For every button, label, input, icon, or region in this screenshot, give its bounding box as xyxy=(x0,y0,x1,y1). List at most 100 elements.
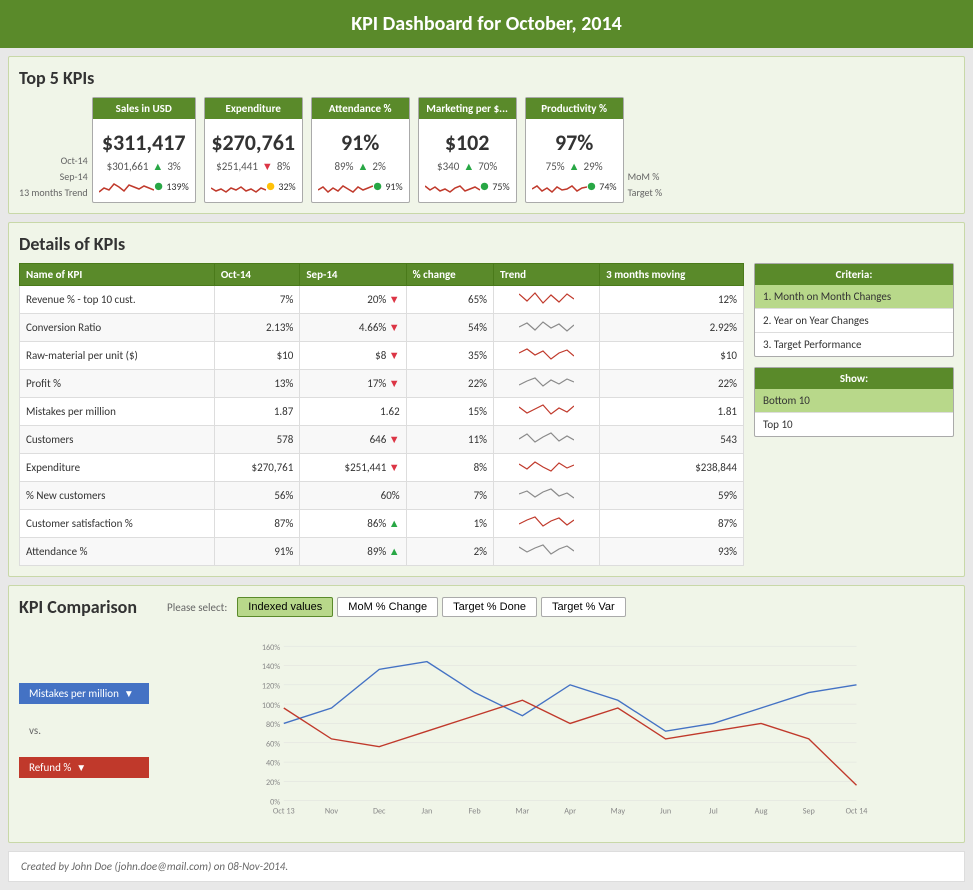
table-cell xyxy=(494,370,600,398)
kpi-main-value: $270,761 xyxy=(211,129,296,156)
arrow-up-icon: ▲ xyxy=(463,160,474,173)
table-cell: Profit % xyxy=(20,370,215,398)
chart-x-label: Mar xyxy=(516,806,530,816)
kpi-left-labels: Oct-14 Sep-14 13 months Trend xyxy=(19,153,92,203)
chart-area: Mistakes per million ▼ vs. Refund % ▼ 16… xyxy=(19,628,954,832)
circle-green-icon: ● xyxy=(480,177,490,196)
show-items: Bottom 10Top 10 xyxy=(755,389,953,436)
kpi-card-1: Expenditure $270,761 $251,441 ▼ 8% ● 32% xyxy=(204,97,303,203)
kpi-bottom: ● 91% xyxy=(318,177,403,196)
table-header-cell: Oct-14 xyxy=(214,264,299,286)
criteria-item-0[interactable]: 1. Month on Month Changes xyxy=(755,285,953,309)
table-cell: 12% xyxy=(600,286,744,314)
selector-blue[interactable]: Mistakes per million ▼ xyxy=(19,683,149,704)
table-cell: 17% ▼ xyxy=(300,370,406,398)
table-cell: 1% xyxy=(406,510,493,538)
table-cell xyxy=(494,398,600,426)
sparkline-svg xyxy=(99,178,154,196)
kpi-card-header: Expenditure xyxy=(205,98,302,119)
circle-orange-icon: ● xyxy=(266,177,276,196)
comparison-btn-3[interactable]: Target % Var xyxy=(541,597,626,617)
kpi-main-value: $311,417 xyxy=(99,129,189,156)
kpi-prev: 75% ▲ 29% xyxy=(532,160,617,173)
criteria-item-1[interactable]: 2. Year on Year Changes xyxy=(755,309,953,333)
trend-svg xyxy=(519,513,574,531)
arrow-up-icon: ▲ xyxy=(569,160,580,173)
details-title: Details of KPIs xyxy=(19,233,954,255)
table-cell xyxy=(494,426,600,454)
selector-red[interactable]: Refund % ▼ xyxy=(19,757,149,778)
table-row: Raw-material per unit ($)$10$8 ▼35% $10 xyxy=(20,342,744,370)
top5-section: Top 5 KPIs Oct-14 Sep-14 13 months Trend… xyxy=(8,56,965,214)
chart-y-label: 160% xyxy=(262,643,280,653)
kpi-card-body: $270,761 $251,441 ▼ 8% ● 32% xyxy=(205,119,302,202)
trend-svg xyxy=(519,401,574,419)
chart-y-label: 140% xyxy=(262,662,280,672)
chart-container: 160%140%120%100%80%60%40%20%0%Oct 13NovD… xyxy=(159,628,954,832)
comparison-title: KPI Comparison xyxy=(19,596,137,618)
kpi-main-value: $102 xyxy=(425,129,510,156)
up-arrow-icon: ▲ xyxy=(389,545,400,558)
kpi-card-header: Attendance % xyxy=(312,98,409,119)
kpi-table: Name of KPIOct-14Sep-14% changeTrend3 mo… xyxy=(19,263,744,566)
kpi-card-3: Marketing per $... $102 $340 ▲ 70% ● 75% xyxy=(418,97,517,203)
table-cell: Raw-material per unit ($) xyxy=(20,342,215,370)
table-cell: 86% ▲ xyxy=(300,510,406,538)
trend-svg xyxy=(519,457,574,475)
table-row: Attendance %91%89% ▲2% 93% xyxy=(20,538,744,566)
table-cell: 7% xyxy=(406,482,493,510)
table-cell: 578 xyxy=(214,426,299,454)
kpi-prev: 89% ▲ 2% xyxy=(318,160,403,173)
chart-selectors: Mistakes per million ▼ vs. Refund % ▼ xyxy=(19,628,149,832)
chart-line xyxy=(284,662,857,732)
criteria-items: 1. Month on Month Changes2. Year on Year… xyxy=(755,285,953,356)
table-cell: 87% xyxy=(214,510,299,538)
table-cell: 13% xyxy=(214,370,299,398)
table-cell xyxy=(494,342,600,370)
kpi-main-value: 97% xyxy=(532,129,617,156)
trend-svg xyxy=(519,429,574,447)
show-item-1[interactable]: Top 10 xyxy=(755,413,953,436)
trend-svg xyxy=(519,289,574,307)
kpi-card-4: Productivity % 97% 75% ▲ 29% ● 74% xyxy=(525,97,624,203)
kpi-card-body: 97% 75% ▲ 29% ● 74% xyxy=(526,119,623,202)
kpi-target: ● 74% xyxy=(587,177,617,196)
circle-green-icon: ● xyxy=(373,177,383,196)
comparison-section: KPI Comparison Please select: Indexed va… xyxy=(8,585,965,843)
sparkline-svg xyxy=(425,178,480,196)
comparison-btn-0[interactable]: Indexed values xyxy=(237,597,333,617)
details-side: Criteria: 1. Month on Month Changes2. Ye… xyxy=(754,263,954,566)
chart-y-label: 60% xyxy=(266,739,280,749)
target-pct: 32% xyxy=(278,180,295,193)
table-cell: 8% xyxy=(406,454,493,482)
table-cell: 7% xyxy=(214,286,299,314)
down-arrow-icon: ▼ xyxy=(389,321,400,334)
comparison-btn-1[interactable]: MoM % Change xyxy=(337,597,438,617)
table-cell: 15% xyxy=(406,398,493,426)
table-cell: $251,441 ▼ xyxy=(300,454,406,482)
comparison-buttons: Indexed valuesMoM % ChangeTarget % DoneT… xyxy=(237,597,625,617)
table-row: Expenditure$270,761$251,441 ▼8% $238,844 xyxy=(20,454,744,482)
show-box: Show: Bottom 10Top 10 xyxy=(754,367,954,437)
kpi-prev: $301,661 ▲ 3% xyxy=(99,160,189,173)
chart-y-label: 20% xyxy=(266,778,280,788)
criteria-item-2[interactable]: 3. Target Performance xyxy=(755,333,953,356)
show-item-0[interactable]: Bottom 10 xyxy=(755,389,953,413)
trend-svg xyxy=(519,317,574,335)
table-header-cell: Sep-14 xyxy=(300,264,406,286)
chart-x-label: Oct 13 xyxy=(273,806,295,816)
kpi-bottom: ● 139% xyxy=(99,177,189,196)
dropdown-arrow-1: ▼ xyxy=(124,687,134,700)
table-cell: $8 ▼ xyxy=(300,342,406,370)
table-row: % New customers56%60%7% 59% xyxy=(20,482,744,510)
table-cell: 65% xyxy=(406,286,493,314)
table-cell: Revenue % - top 10 cust. xyxy=(20,286,215,314)
sparkline-svg xyxy=(532,178,587,196)
table-cell: 2.13% xyxy=(214,314,299,342)
kpi-bottom: ● 32% xyxy=(211,177,296,196)
comparison-btn-2[interactable]: Target % Done xyxy=(442,597,537,617)
table-cell xyxy=(494,286,600,314)
kpi-card-header: Sales in USD xyxy=(93,98,195,119)
chart-x-label: Jun xyxy=(660,806,671,816)
up-arrow-icon: ▲ xyxy=(389,517,400,530)
